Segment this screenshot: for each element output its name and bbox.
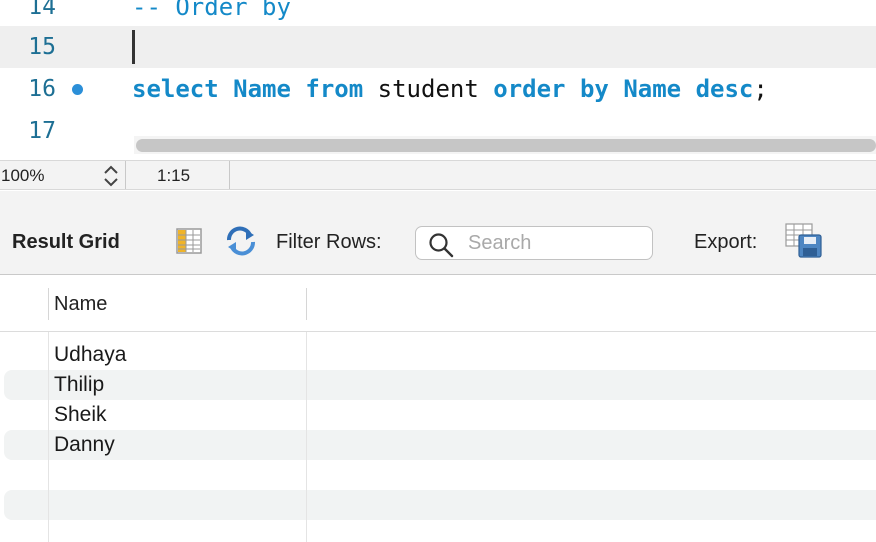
editor-line-14[interactable]: 14 -- Order by xyxy=(0,0,876,28)
line-code: select Name from student order by Name d… xyxy=(132,68,768,110)
code-token: from xyxy=(305,75,364,103)
grid-divider xyxy=(48,332,49,542)
up-down-chevron-icon[interactable] xyxy=(102,164,120,188)
column-divider[interactable] xyxy=(48,288,49,320)
filter-search-input[interactable] xyxy=(468,229,648,257)
code-token: Name xyxy=(233,75,291,103)
editor-status-bar: 100% 1:15 xyxy=(0,160,876,190)
result-grid[interactable]: Name Udhaya Thilip Sheik Danny xyxy=(0,276,876,542)
cell-name[interactable]: Udhaya xyxy=(54,342,126,368)
code-token: by xyxy=(579,75,609,103)
cursor-position: 1:15 xyxy=(128,161,230,189)
refresh-arrows-icon[interactable] xyxy=(224,226,258,256)
editor-line-15-current[interactable]: 15 xyxy=(0,26,876,68)
table-row[interactable]: Udhaya xyxy=(4,340,876,370)
zoom-level: 100% xyxy=(1,166,45,185)
table-row[interactable]: Thilip xyxy=(4,370,876,400)
editor-line-16[interactable]: 16 select Name from student order by Nam… xyxy=(0,68,876,110)
export-table-disk-icon[interactable] xyxy=(785,223,823,259)
table-row-empty xyxy=(4,490,876,520)
line-number: 14 xyxy=(28,0,56,20)
code-token: select xyxy=(132,75,219,103)
cell-name[interactable]: Sheik xyxy=(54,402,107,428)
search-icon xyxy=(429,233,454,258)
cell-name[interactable]: Danny xyxy=(54,432,115,458)
zoom-control[interactable]: 100% xyxy=(0,161,126,189)
filter-search-box[interactable] xyxy=(415,226,653,260)
table-row[interactable]: Danny xyxy=(4,430,876,460)
code-token: order xyxy=(493,75,566,103)
table-row-empty xyxy=(4,460,876,490)
horizontal-scrollbar[interactable] xyxy=(134,136,876,154)
grid-columns-icon[interactable] xyxy=(175,227,203,255)
cell-name[interactable]: Thilip xyxy=(54,372,104,398)
cursor-position-text: 1:15 xyxy=(157,166,191,185)
grid-header-row: Name xyxy=(0,276,876,332)
result-grid-tab[interactable]: Result Grid xyxy=(12,231,120,254)
table-row[interactable]: Sheik xyxy=(4,400,876,430)
scrollbar-thumb[interactable] xyxy=(136,139,876,152)
line-number: 16 xyxy=(28,76,56,102)
sql-editor[interactable]: 14 -- Order by 15 16 select Name from st… xyxy=(0,0,876,160)
line-number: 15 xyxy=(28,34,56,60)
line-number: 17 xyxy=(28,118,56,144)
code-token: ; xyxy=(753,75,768,103)
line-code: -- Order by xyxy=(132,0,291,28)
code-token: student xyxy=(363,75,494,103)
code-token: Name xyxy=(623,75,682,103)
text-caret xyxy=(132,30,135,64)
export-label: Export: xyxy=(694,231,758,253)
column-header-name[interactable]: Name xyxy=(54,293,107,316)
statement-marker-icon[interactable] xyxy=(72,84,83,95)
code-token: -- Order by xyxy=(132,0,291,21)
code-token: desc xyxy=(695,75,754,103)
filter-rows-label: Filter Rows: xyxy=(276,231,382,253)
grid-divider xyxy=(306,332,307,542)
result-toolbar: Result Grid Filter Rows: Export: xyxy=(0,191,876,275)
column-divider[interactable] xyxy=(306,288,307,320)
